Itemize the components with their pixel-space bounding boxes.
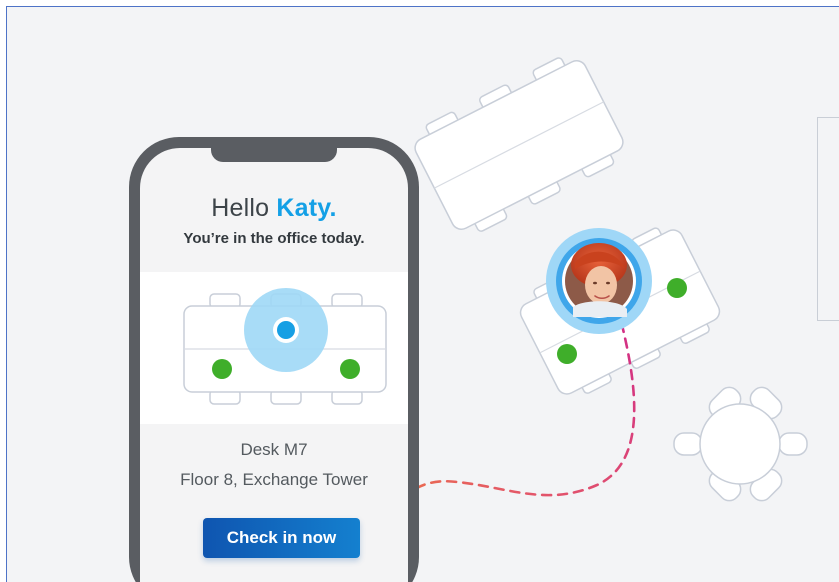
available-seat-2[interactable] (340, 359, 360, 379)
greeting-subtitle: You’re in the office today. (183, 230, 365, 247)
desk-map-panel (140, 272, 408, 424)
greeting-user-name: Katy. (276, 194, 337, 222)
phone-screen: Hello Katy. You’re in the office today. (140, 148, 408, 582)
desk-map (183, 288, 387, 405)
phone-notch (211, 148, 337, 162)
office-map-screen: Hello Katy. You’re in the office today. (6, 6, 839, 582)
location-dot-icon[interactable] (273, 317, 299, 343)
available-seat-1[interactable] (212, 359, 232, 379)
desk-cluster-top (414, 57, 624, 232)
greeting-heading: Hello Katy. (140, 194, 408, 223)
round-table (673, 386, 808, 502)
check-in-button[interactable]: Check in now (203, 518, 360, 558)
available-seat-right-1[interactable] (667, 278, 687, 298)
phone-mockup: Hello Katy. You’re in the office today. (129, 137, 419, 582)
greeting-hello: Hello (211, 194, 277, 222)
user-avatar[interactable] (546, 228, 652, 334)
desk-location: Floor 8, Exchange Tower (180, 470, 368, 489)
available-seat-right-2[interactable] (557, 344, 577, 364)
wall-partition (817, 117, 839, 321)
desk-name: Desk M7 (240, 440, 308, 459)
